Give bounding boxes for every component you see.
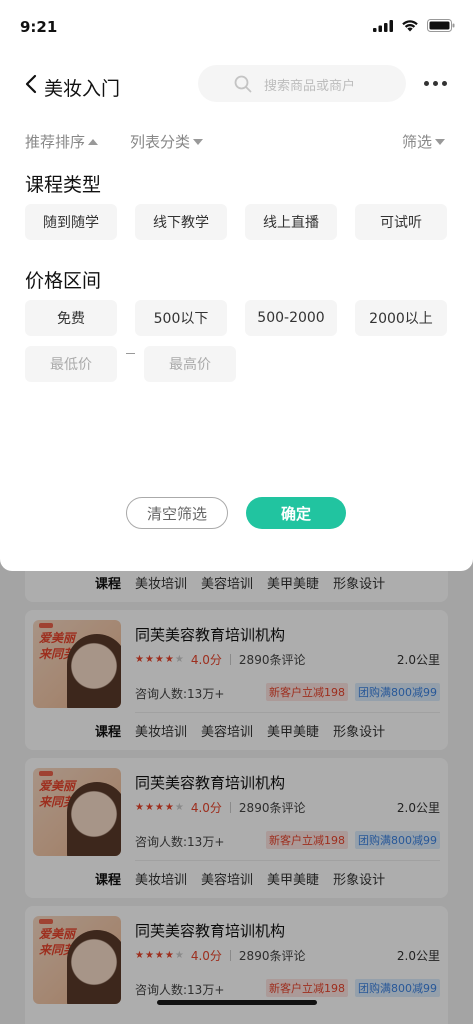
more-icon[interactable] xyxy=(424,81,447,86)
nav-bar: 美妆入门 搜索商品或商户 xyxy=(0,62,473,106)
page-title: 美妆入门 xyxy=(44,78,121,100)
caret-up-icon xyxy=(88,138,99,145)
course-type-option[interactable]: 线上直播 xyxy=(245,204,337,240)
wifi-icon xyxy=(402,20,418,32)
price-range-title: 价格区间 xyxy=(25,270,102,292)
course-type-title: 课程类型 xyxy=(25,174,102,196)
search-icon xyxy=(234,75,252,93)
price-option[interactable]: 免费 xyxy=(25,300,117,336)
sort-category[interactable]: 列表分类 xyxy=(130,131,204,152)
back-arrow-icon[interactable] xyxy=(22,74,42,94)
course-type-option[interactable]: 可试听 xyxy=(355,204,447,240)
sort-filter-label: 筛选 xyxy=(402,133,433,151)
sort-filter[interactable]: 筛选 xyxy=(402,131,446,152)
caret-down-icon xyxy=(435,138,446,145)
home-indicator[interactable] xyxy=(157,1000,317,1005)
battery-icon xyxy=(427,19,455,32)
sort-recommend[interactable]: 推荐排序 xyxy=(25,131,99,152)
course-type-option[interactable]: 线下教学 xyxy=(135,204,227,240)
caret-down-icon xyxy=(193,138,204,145)
clear-filter-button[interactable]: 清空筛选 xyxy=(126,497,228,529)
sort-bar: 推荐排序 列表分类 筛选 xyxy=(0,128,473,154)
min-price-input[interactable]: 最低价 xyxy=(25,346,117,382)
price-option[interactable]: 2000以上 xyxy=(355,300,447,336)
search-input[interactable]: 搜索商品或商户 xyxy=(198,65,406,102)
sort-recommend-label: 推荐排序 xyxy=(25,133,86,151)
confirm-button[interactable]: 确定 xyxy=(246,497,346,529)
price-option[interactable]: 500-2000 xyxy=(245,300,337,336)
signal-icon xyxy=(373,19,393,32)
max-price-input[interactable]: 最高价 xyxy=(144,346,236,382)
sort-category-label: 列表分类 xyxy=(130,133,191,151)
status-bar: 9:21 xyxy=(0,0,473,54)
search-placeholder: 搜索商品或商户 xyxy=(264,79,356,94)
price-option[interactable]: 500以下 xyxy=(135,300,227,336)
status-time: 9:21 xyxy=(20,18,58,36)
range-dash xyxy=(126,353,135,354)
filter-sheet: 9:21 美妆入门 搜索商品或商户 推荐排序 列表分类 筛选 课程类型 随到随学… xyxy=(0,0,473,571)
course-type-option[interactable]: 随到随学 xyxy=(25,204,117,240)
